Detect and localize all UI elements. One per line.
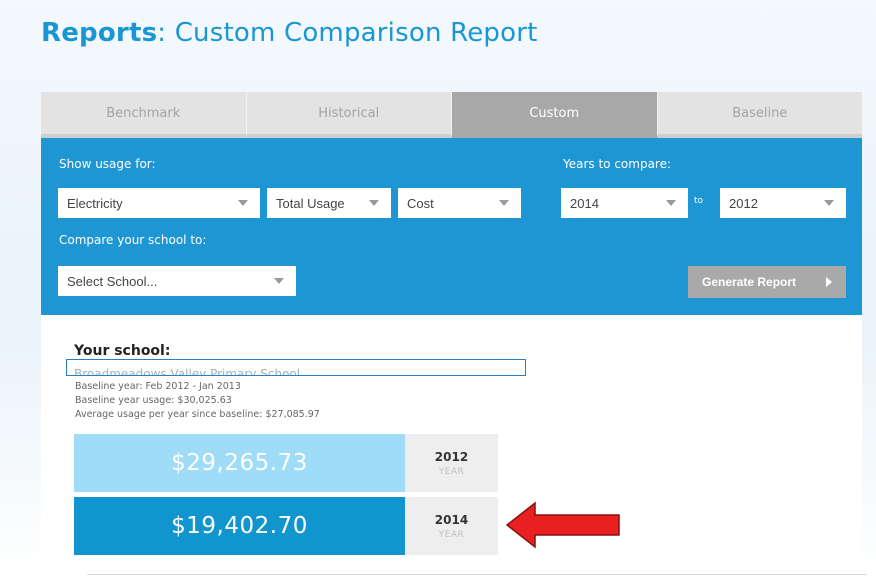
unit-select[interactable]: Cost [398, 188, 521, 218]
compare-school-label: Compare your school to: [59, 233, 207, 247]
report-controls: Show usage for: Electricity Total Usage … [41, 138, 862, 315]
chevron-down-icon [369, 200, 379, 206]
page-title-strong: Reports [41, 18, 158, 48]
chevron-down-icon [824, 200, 834, 206]
usage-year-cell: 2012 YEAR [405, 434, 498, 492]
school-name-box: Broadmeadows Valley Primary School [66, 359, 526, 376]
unit-select-value: Cost [407, 195, 434, 211]
chart-axis-strip [87, 574, 867, 579]
usage-year: 2012 [434, 449, 469, 464]
utility-select-value: Electricity [67, 195, 123, 211]
chevron-down-icon [666, 200, 676, 206]
tab-baseline[interactable]: Baseline [657, 92, 862, 138]
usage-year-cell: 2014 YEAR [405, 497, 498, 555]
year-from-value: 2014 [570, 195, 599, 211]
chevron-down-icon [274, 278, 284, 284]
report-tabs: Benchmark Historical Custom Baseline [41, 92, 862, 138]
report-panel: Benchmark Historical Custom Baseline Sho… [41, 92, 862, 579]
school-name: Broadmeadows Valley Primary School [74, 367, 301, 376]
usage-year-label: YEAR [438, 529, 465, 540]
generate-report-button[interactable]: Generate Report [688, 266, 846, 298]
page-title-rest: : Custom Comparison Report [157, 18, 538, 48]
page-title: Reports: Custom Comparison Report [41, 18, 538, 48]
usage-value-bar: $29,265.73 [74, 434, 405, 492]
tab-custom[interactable]: Custom [452, 92, 658, 138]
measure-select[interactable]: Total Usage [267, 188, 391, 218]
utility-select[interactable]: Electricity [58, 188, 260, 218]
year-to-value: 2012 [729, 195, 758, 211]
play-arrow-icon [826, 277, 832, 287]
baseline-year-text: Baseline year: Feb 2012 - Jan 2013 [75, 381, 241, 392]
chevron-down-icon [499, 200, 509, 206]
generate-report-label: Generate Report [702, 275, 797, 289]
usage-year-label: YEAR [438, 466, 465, 477]
left-arrow-icon [505, 500, 621, 550]
school-select[interactable]: Select School... [58, 266, 296, 296]
usage-value-bar: $19,402.70 [74, 497, 405, 555]
show-usage-label: Show usage for: [59, 157, 156, 171]
usage-row-2012: $29,265.73 2012 YEAR [74, 434, 498, 492]
years-to-compare-label: Years to compare: [563, 157, 672, 171]
tab-historical[interactable]: Historical [246, 92, 452, 138]
year-from-select[interactable]: 2014 [561, 188, 688, 218]
your-school-heading: Your school: [74, 343, 171, 359]
to-label: to [694, 196, 704, 206]
tab-benchmark[interactable]: Benchmark [41, 92, 247, 138]
results-section: Your school: Broadmeadows Valley Primary… [41, 315, 862, 579]
usage-row-2014: $19,402.70 2014 YEAR [74, 497, 498, 555]
average-usage-text: Average usage per year since baseline: $… [75, 409, 320, 420]
year-to-select[interactable]: 2012 [720, 188, 846, 218]
measure-select-value: Total Usage [276, 195, 345, 211]
baseline-usage-text: Baseline year usage: $30,025.63 [75, 395, 232, 406]
chevron-down-icon [238, 200, 248, 206]
usage-year: 2014 [434, 512, 469, 527]
school-select-value: Select School... [67, 273, 158, 289]
